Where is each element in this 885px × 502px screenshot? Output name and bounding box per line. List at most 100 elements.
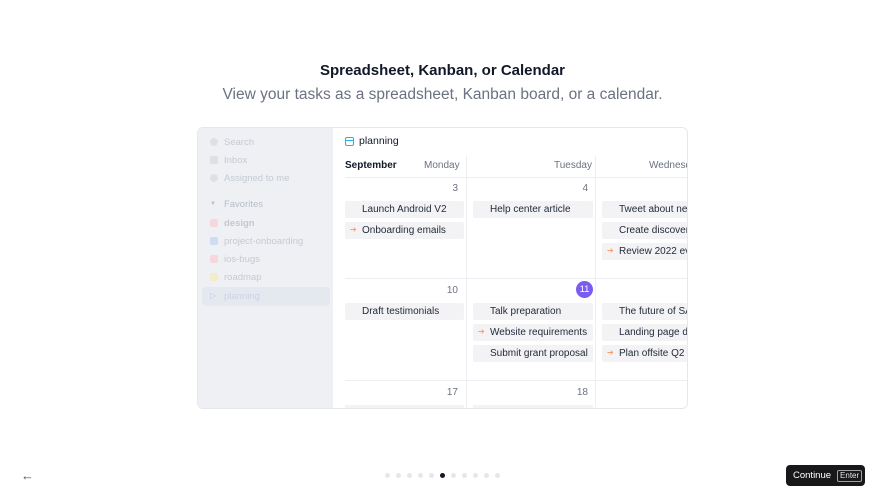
status-todo-icon xyxy=(607,307,615,315)
sidebar-item-design: design xyxy=(210,216,255,230)
sidebar-item-roadmap: roadmap xyxy=(210,270,262,284)
arrow-right-icon: ➔ xyxy=(607,246,614,255)
sidebar-favorites-header: ▼ Favorites xyxy=(210,197,263,211)
task-item-partial xyxy=(473,405,593,408)
status-todo-icon xyxy=(350,307,358,315)
task-item[interactable]: ➔ Onboarding emails xyxy=(345,222,464,239)
back-arrow-icon[interactable]: ← xyxy=(21,468,37,484)
date-number: 17 xyxy=(446,387,458,398)
task-item-partial xyxy=(345,405,464,408)
task-item[interactable]: Help center article xyxy=(473,201,593,218)
calendar-panel: planning September Monday Tuesday Wednes… xyxy=(333,128,688,408)
row-divider xyxy=(345,177,687,178)
task-item[interactable]: Landing page de xyxy=(602,324,688,341)
status-todo-icon xyxy=(478,205,486,213)
page-dot[interactable] xyxy=(462,473,467,478)
month-label: September xyxy=(345,160,397,171)
project-icon xyxy=(210,273,218,281)
task-label: Talk preparation xyxy=(490,306,562,317)
inbox-icon xyxy=(210,156,218,164)
page-dot[interactable] xyxy=(396,473,401,478)
page-dot[interactable] xyxy=(451,473,456,478)
date-number: 18 xyxy=(576,387,588,398)
calendar-header: planning xyxy=(345,135,399,147)
page-dot[interactable] xyxy=(429,473,434,478)
status-todo-icon xyxy=(607,205,615,213)
arrow-right-icon: ➔ xyxy=(607,348,614,357)
task-label: Draft testimonials xyxy=(362,306,440,317)
column-divider xyxy=(466,156,467,408)
sidebar-favorites-label: Favorites xyxy=(223,198,264,210)
sidebar-item-project-onboarding: project-onboarding xyxy=(210,234,303,248)
page-title: Spreadsheet, Kanban, or Calendar xyxy=(319,62,566,79)
sidebar-assigned: Assigned to me xyxy=(210,171,289,185)
page-dot[interactable] xyxy=(495,473,500,478)
sidebar-item-label: design xyxy=(224,217,255,229)
page-dot[interactable] xyxy=(418,473,423,478)
task-item[interactable]: Tweet about new xyxy=(602,201,688,218)
calendar-icon xyxy=(345,136,354,146)
page-subtitle: View your tasks as a spreadsheet, Kanban… xyxy=(222,86,663,103)
user-icon xyxy=(210,174,218,182)
task-label: Review 2022 ev xyxy=(619,246,688,257)
status-todo-icon xyxy=(607,226,615,234)
arrow-right-icon: ➔ xyxy=(478,327,485,336)
onboarding-page: Spreadsheet, Kanban, or Calendar View yo… xyxy=(0,0,885,502)
task-item[interactable]: The future of SA xyxy=(602,303,688,320)
date-number: 4 xyxy=(582,183,588,194)
task-item[interactable]: ➔ Plan offsite Q2 xyxy=(602,345,687,362)
page-dot-active[interactable] xyxy=(440,473,445,478)
project-icon xyxy=(210,219,218,227)
page-dot[interactable] xyxy=(484,473,489,478)
task-label: Submit grant proposal xyxy=(490,348,588,359)
row-divider xyxy=(345,380,687,381)
task-label: Create discover xyxy=(619,225,688,236)
project-icon xyxy=(210,255,218,263)
sidebar-item-planning: ▷ planning xyxy=(210,289,260,303)
task-item[interactable]: Create discover xyxy=(602,222,688,239)
sidebar-assigned-label: Assigned to me xyxy=(224,172,290,184)
date-number: 10 xyxy=(446,285,458,296)
calendar-preview: Search Inbox Assigned to me ▼ Favorites … xyxy=(197,127,688,409)
page-dot[interactable] xyxy=(473,473,478,478)
sidebar-item-ios-bugs: ios-bugs xyxy=(210,252,260,266)
status-todo-icon xyxy=(478,307,486,315)
flag-icon: ▷ xyxy=(210,291,217,300)
date-number: 3 xyxy=(452,183,458,194)
task-item[interactable]: Launch Android V2 xyxy=(345,201,464,218)
task-label: Plan offsite Q2 xyxy=(619,348,685,359)
day-header-monday: Monday xyxy=(424,160,460,171)
calendar-project-name: planning xyxy=(359,135,399,147)
sidebar-inbox-label: Inbox xyxy=(224,154,248,166)
continue-button-label: Continue xyxy=(793,470,832,481)
task-label: Tweet about new xyxy=(619,204,688,215)
task-label: Launch Android V2 xyxy=(362,204,447,215)
sidebar-inbox: Inbox xyxy=(210,153,247,167)
sidebar-item-label: project-onboarding xyxy=(224,235,304,247)
search-icon xyxy=(210,138,218,146)
status-todo-icon xyxy=(478,349,486,357)
task-item[interactable]: ➔ Review 2022 ev xyxy=(602,243,688,260)
continue-button[interactable]: Continue Enter xyxy=(786,465,865,486)
day-header-tuesday: Tuesday xyxy=(554,160,592,171)
arrow-right-icon: ➔ xyxy=(350,225,357,234)
sidebar: Search Inbox Assigned to me ▼ Favorites … xyxy=(198,128,333,408)
sidebar-item-label: planning xyxy=(224,290,260,302)
row-divider xyxy=(345,278,687,279)
task-item[interactable]: ➔ Website requirements xyxy=(473,324,593,341)
task-label: The future of SA xyxy=(619,306,688,317)
task-label: Landing page de xyxy=(619,327,688,338)
task-label: Website requirements xyxy=(490,327,588,338)
status-todo-icon xyxy=(607,328,615,336)
keyboard-shortcut-badge: Enter xyxy=(837,469,863,482)
task-item[interactable]: Draft testimonials xyxy=(345,303,464,320)
page-dot[interactable] xyxy=(407,473,412,478)
status-todo-icon xyxy=(350,205,358,213)
task-item[interactable]: Submit grant proposal xyxy=(473,345,593,362)
sidebar-search-label: Search xyxy=(224,136,255,148)
sidebar-item-label: roadmap xyxy=(224,271,262,283)
task-label: Help center article xyxy=(490,204,571,215)
pagination-dots xyxy=(385,473,506,478)
page-dot[interactable] xyxy=(385,473,390,478)
task-item[interactable]: Talk preparation xyxy=(473,303,593,320)
